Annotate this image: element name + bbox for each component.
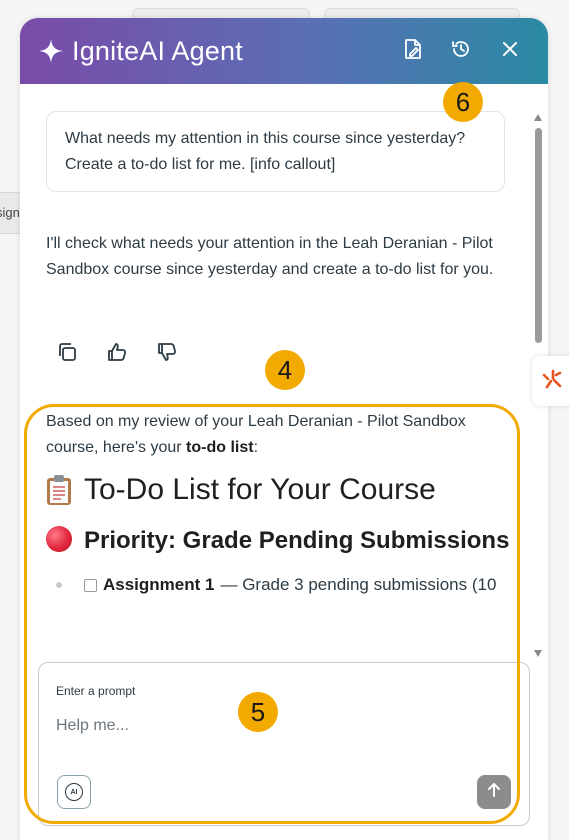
todo-item: Assignment 1 — Grade 3 pending submission… (46, 573, 516, 597)
history-icon (450, 38, 472, 65)
close-button[interactable] (496, 37, 524, 65)
copy-icon (56, 341, 78, 368)
message-actions (53, 340, 181, 368)
thumbs-down-icon (156, 341, 178, 368)
prompt-label: Enter a prompt (56, 684, 136, 698)
document-edit-icon (403, 38, 423, 65)
response-intro: Based on my review of your Leah Deranian… (46, 413, 466, 456)
panel-title: IgniteAI Agent (72, 35, 243, 66)
document-edit-button[interactable] (399, 37, 427, 65)
arrow-up-icon (486, 782, 502, 803)
prompt-box: Enter a prompt AI (38, 662, 530, 826)
user-message: What needs my attention in this course s… (46, 111, 505, 192)
side-widget-button[interactable] (532, 356, 569, 406)
todo-heading: To-Do List for Your Course (46, 473, 516, 507)
bullet (56, 582, 62, 588)
send-button[interactable] (477, 775, 511, 809)
assistant-response: Based on my review of your Leah Deranian… (46, 409, 516, 597)
sparkle-icon (36, 36, 66, 66)
todo-checkbox[interactable] (84, 579, 97, 592)
background-tab[interactable]: sign (0, 192, 22, 234)
ai-agent-panel: IgniteAI Agent What needs my attention i… (20, 18, 548, 840)
scroll-down-arrow-icon[interactable] (534, 650, 542, 657)
scrollbar-thumb[interactable] (535, 128, 542, 343)
todo-item-title: Assignment 1 (103, 575, 215, 594)
callout-badge-6: 6 (443, 82, 483, 122)
todo-item-text: — Grade 3 pending submissions (10 (220, 575, 497, 594)
clipboard-icon (46, 474, 72, 506)
priority-heading: Priority: Grade Pending Submissions (46, 521, 516, 561)
panel-header: IgniteAI Agent (20, 18, 548, 84)
assistant-message: I'll check what needs your attention in … (46, 235, 494, 278)
thumbs-up-button[interactable] (103, 340, 131, 368)
red-circle-icon (46, 526, 72, 552)
ai-tools-button[interactable]: AI (57, 775, 91, 809)
thumbs-up-icon (106, 341, 128, 368)
ai-icon: AI (65, 783, 83, 801)
copy-button[interactable] (53, 340, 81, 368)
callout-badge-4: 4 (265, 350, 305, 390)
history-button[interactable] (447, 37, 475, 65)
close-icon (502, 41, 518, 62)
callout-badge-5: 5 (238, 692, 278, 732)
ignite-logo-icon (539, 366, 565, 397)
scroll-up-arrow-icon[interactable] (534, 114, 542, 121)
thumbs-down-button[interactable] (153, 340, 181, 368)
